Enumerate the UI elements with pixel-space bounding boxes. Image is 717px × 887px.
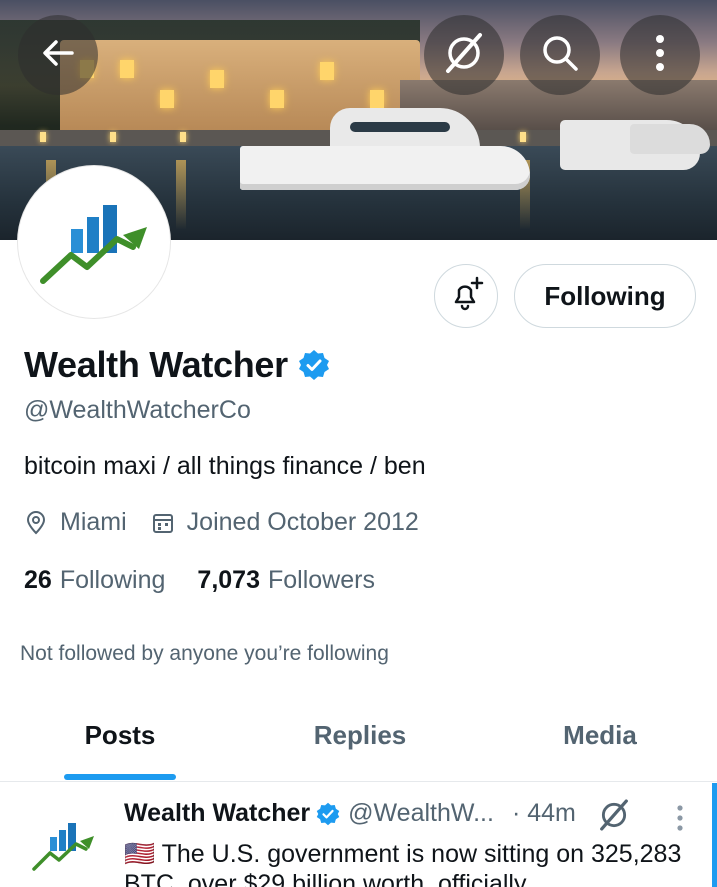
search-button[interactable]	[520, 15, 600, 95]
profile-bio: bitcoin maxi / all things finance / ben	[24, 452, 426, 480]
chart-logo-icon	[32, 823, 94, 871]
banner-window	[120, 60, 134, 78]
dock-light	[40, 132, 46, 142]
tab-media[interactable]: Media	[480, 700, 717, 782]
tab-posts[interactable]: Posts	[0, 700, 240, 782]
grok-slash-icon[interactable]	[596, 797, 632, 833]
profile-avatar[interactable]	[18, 166, 170, 318]
post-author-handle[interactable]: @WealthW...	[348, 799, 494, 828]
scroll-indicator	[712, 783, 717, 887]
bell-plus-icon	[446, 274, 486, 319]
not-followed-note: Not followed by anyone you’re following	[20, 642, 389, 665]
verified-badge-icon	[298, 349, 330, 381]
followers-count: 7,073	[197, 566, 260, 594]
grok-button[interactable]	[424, 15, 504, 95]
tab-replies[interactable]: Replies	[240, 700, 480, 782]
grok-slash-icon	[442, 31, 486, 80]
profile-stats: 26 Following 7,073 Followers	[24, 566, 375, 595]
calendar-icon	[151, 511, 175, 535]
post-text: 🇺🇸 The U.S. government is now sitting on…	[124, 840, 682, 887]
back-button[interactable]	[18, 15, 98, 95]
profile-meta: Miami Joined October 2012	[24, 508, 419, 537]
profile-joined-date: Joined October 2012	[186, 508, 419, 536]
post-header: Wealth Watcher @WealthW... · 44m	[124, 799, 576, 828]
location-pin-icon	[24, 510, 48, 535]
notifications-button[interactable]	[434, 264, 498, 328]
active-tab-indicator	[64, 774, 176, 780]
banner-boat	[630, 124, 710, 154]
display-name: Wealth Watcher	[24, 344, 288, 385]
search-icon	[539, 32, 581, 79]
post-more-icon[interactable]	[670, 803, 690, 833]
post-item[interactable]: Wealth Watcher @WealthW... · 44m 🇺🇸 The …	[0, 783, 717, 887]
profile-tabs: Posts Replies Media	[0, 700, 717, 782]
banner-window	[210, 70, 224, 88]
post-author-avatar[interactable]	[24, 807, 104, 887]
profile-handle: @WealthWatcherCo	[24, 396, 251, 424]
banner-window	[320, 62, 334, 80]
following-count: 26	[24, 566, 52, 594]
following-button[interactable]: Following	[514, 264, 696, 328]
verified-badge-icon	[316, 802, 340, 826]
yacht-cabin	[330, 108, 480, 148]
followers-label: Followers	[267, 566, 375, 594]
vertical-dots-icon	[654, 33, 666, 78]
dock-light	[110, 132, 116, 142]
water-reflection	[176, 160, 186, 230]
followers-stat[interactable]: 7,073 Followers	[197, 566, 375, 595]
dock-light	[180, 132, 186, 142]
more-options-button[interactable]	[620, 15, 700, 95]
chart-logo-icon	[40, 205, 147, 284]
arrow-left-icon	[38, 33, 78, 78]
name-row: Wealth Watcher	[24, 344, 330, 386]
following-stat[interactable]: 26 Following	[24, 566, 165, 595]
following-label: Following	[59, 566, 166, 594]
post-timestamp[interactable]: · 44m	[512, 799, 576, 828]
profile-location: Miami	[60, 508, 127, 536]
banner-yacht	[240, 100, 530, 190]
yacht-hull	[240, 146, 530, 190]
post-author-name[interactable]: Wealth Watcher	[124, 799, 310, 828]
banner-window	[160, 90, 174, 108]
